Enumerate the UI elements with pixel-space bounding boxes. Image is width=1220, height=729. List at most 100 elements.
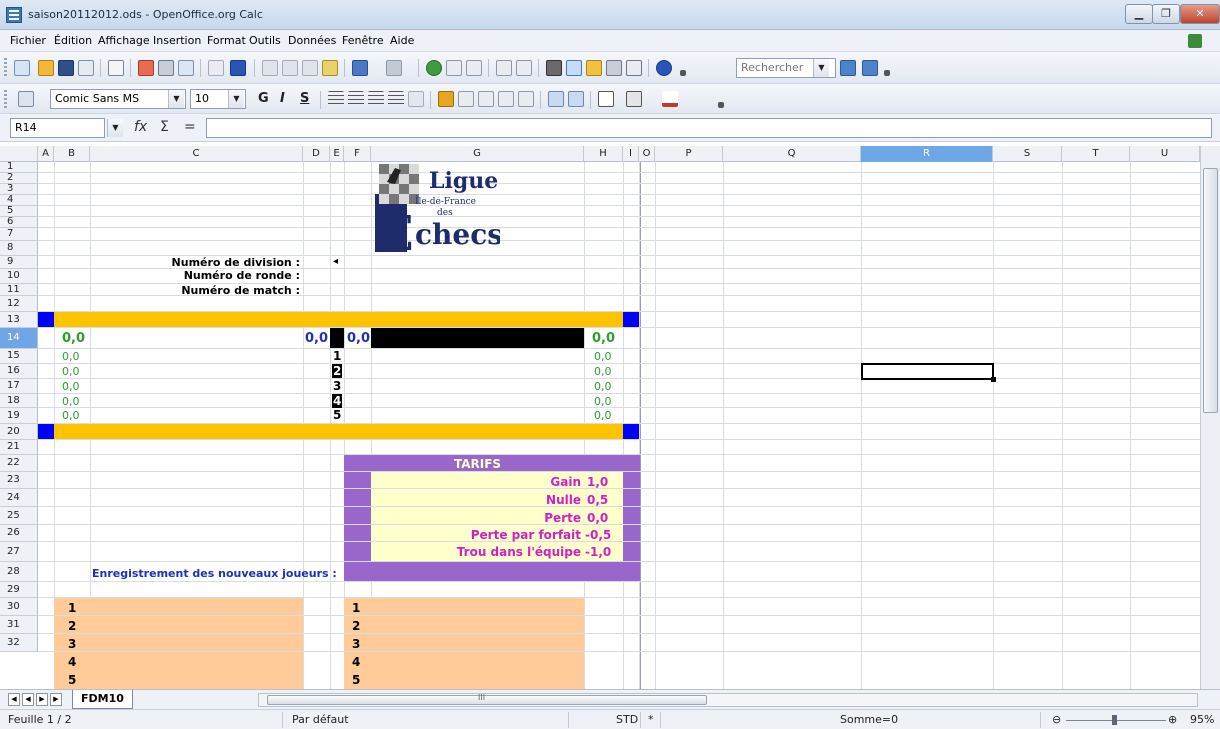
paste-icon[interactable] xyxy=(302,60,318,76)
justify-icon[interactable] xyxy=(388,91,404,107)
row-header-31[interactable]: 31 xyxy=(0,616,38,634)
row-header-25[interactable]: 25 xyxy=(0,507,38,525)
chart-icon[interactable] xyxy=(496,60,512,76)
selected-cell-r14[interactable] xyxy=(861,363,994,380)
page-preview-icon[interactable] xyxy=(178,60,194,76)
status-zoom[interactable]: 95% xyxy=(1190,713,1214,726)
menu-edition[interactable]: Édition xyxy=(54,34,92,47)
row-header-21[interactable]: 21 xyxy=(0,440,38,455)
column-header-e[interactable]: E xyxy=(330,146,344,162)
clone-formatting-icon[interactable] xyxy=(322,60,338,76)
toolbar-options-chevron-icon[interactable] xyxy=(680,70,686,76)
status-sum[interactable]: Somme=0 xyxy=(840,713,898,726)
column-header-u[interactable]: U xyxy=(1130,146,1200,162)
font-name-dropdown-icon[interactable]: ▼ xyxy=(168,90,184,108)
row-header-5[interactable]: 5 xyxy=(0,206,38,217)
underline-button[interactable]: S xyxy=(300,91,309,106)
last-sheet-button[interactable]: ▶ xyxy=(50,693,62,706)
spellcheck-icon[interactable] xyxy=(208,60,224,76)
menu-outils[interactable]: Outils xyxy=(249,34,281,47)
row-header-13[interactable]: 13 xyxy=(0,312,38,328)
column-header-c[interactable]: C xyxy=(90,146,303,162)
column-header-r[interactable]: R xyxy=(861,146,993,162)
sum-icon[interactable]: Σ xyxy=(160,119,169,135)
column-header-i[interactable]: I xyxy=(623,146,639,162)
zoom-out-icon[interactable]: ⊖ xyxy=(1052,713,1061,726)
select-all-corner[interactable] xyxy=(0,146,38,162)
row-header-17[interactable]: 17 xyxy=(0,379,38,394)
column-header-q[interactable]: Q xyxy=(723,146,861,162)
delete-decimal-icon[interactable] xyxy=(518,91,534,107)
align-left-icon[interactable] xyxy=(328,91,344,107)
copy-icon[interactable] xyxy=(282,60,298,76)
maximize-button[interactable]: ❐ xyxy=(1152,4,1180,24)
italic-button[interactable]: I xyxy=(280,91,285,106)
menu-aide[interactable]: Aide xyxy=(390,34,414,47)
vertical-scrollbar[interactable] xyxy=(1200,146,1220,689)
align-center-icon[interactable] xyxy=(348,91,364,107)
zoom-slider-knob[interactable] xyxy=(1112,715,1117,725)
row-header-26[interactable]: 26 xyxy=(0,525,38,542)
column-header-t[interactable]: T xyxy=(1062,146,1130,162)
borders-icon[interactable] xyxy=(598,91,614,107)
autospellcheck-icon[interactable] xyxy=(230,60,246,76)
align-right-icon[interactable] xyxy=(368,91,384,107)
row-header-15[interactable]: 15 xyxy=(0,349,38,364)
navigator-icon[interactable] xyxy=(566,60,582,76)
search-toolbar-chevron-icon[interactable] xyxy=(884,70,890,76)
cut-icon[interactable] xyxy=(262,60,278,76)
export-pdf-icon[interactable] xyxy=(138,60,154,76)
row-header-16[interactable]: 16 xyxy=(0,364,38,379)
hyperlink-icon[interactable] xyxy=(426,60,442,76)
menu-fichier[interactable]: Fichier xyxy=(10,34,46,47)
column-header-g[interactable]: G xyxy=(371,146,584,162)
bold-button[interactable]: G xyxy=(258,91,269,106)
new-document-icon[interactable] xyxy=(14,60,30,76)
row-header-11[interactable]: 11 xyxy=(0,284,38,296)
toolbar-grip[interactable] xyxy=(4,58,7,76)
minimize-button[interactable]: ▁ xyxy=(1125,4,1153,24)
column-header-f[interactable]: F xyxy=(344,146,371,162)
find-previous-icon[interactable] xyxy=(862,60,878,76)
styles-formatting-icon[interactable] xyxy=(18,91,34,107)
vertical-scroll-thumb[interactable] xyxy=(1203,168,1218,413)
row-header-14[interactable]: 14 xyxy=(0,328,38,349)
horizontal-scrollbar[interactable]: III xyxy=(258,693,1198,707)
row-header-28[interactable]: 28 xyxy=(0,562,38,582)
column-header-o[interactable]: O xyxy=(639,146,655,162)
row-header-2[interactable]: 2 xyxy=(0,173,38,184)
row-header-3[interactable]: 3 xyxy=(0,184,38,195)
font-size-dropdown-icon[interactable]: ▼ xyxy=(228,90,244,108)
font-color-icon[interactable] xyxy=(662,91,678,107)
close-button[interactable]: ✕ xyxy=(1180,4,1220,24)
row-header-20[interactable]: 20 xyxy=(0,424,38,440)
sort-ascending-icon[interactable] xyxy=(446,60,462,76)
save-icon[interactable] xyxy=(58,60,74,76)
menu-fenetre[interactable]: Fenêtre xyxy=(342,34,384,47)
row-header-27[interactable]: 27 xyxy=(0,542,38,562)
spreadsheet-grid[interactable]: A B C D E F G H I O P Q R S T U 12345678… xyxy=(0,146,1200,689)
search-dropdown-icon[interactable]: ▼ xyxy=(813,59,829,77)
row-header-4[interactable]: 4 xyxy=(0,195,38,206)
zoom-icon[interactable] xyxy=(626,60,642,76)
find-replace-icon[interactable] xyxy=(546,60,562,76)
toolbar-grip[interactable] xyxy=(4,90,7,108)
zoom-in-icon[interactable]: ⊕ xyxy=(1168,713,1177,726)
status-page-style[interactable]: Par défaut xyxy=(292,713,349,726)
name-box[interactable]: R14 xyxy=(10,118,105,138)
font-name-select[interactable]: Comic Sans MS xyxy=(50,89,186,109)
column-header-b[interactable]: B xyxy=(54,146,90,162)
open-icon[interactable] xyxy=(38,60,54,76)
row-header-8[interactable]: 8 xyxy=(0,241,38,256)
row-header-30[interactable]: 30 xyxy=(0,598,38,616)
redo-icon[interactable] xyxy=(386,60,402,76)
row-header-7[interactable]: 7 xyxy=(0,228,38,241)
column-header-h[interactable]: H xyxy=(584,146,623,162)
fill-handle[interactable] xyxy=(991,377,996,382)
background-color-icon[interactable] xyxy=(626,91,642,107)
row-header-12[interactable]: 12 xyxy=(0,296,38,312)
undo-icon[interactable] xyxy=(352,60,368,76)
add-decimal-icon[interactable] xyxy=(498,91,514,107)
prev-sheet-button[interactable]: ◀ xyxy=(22,693,34,706)
function-icon[interactable]: = xyxy=(184,119,196,135)
